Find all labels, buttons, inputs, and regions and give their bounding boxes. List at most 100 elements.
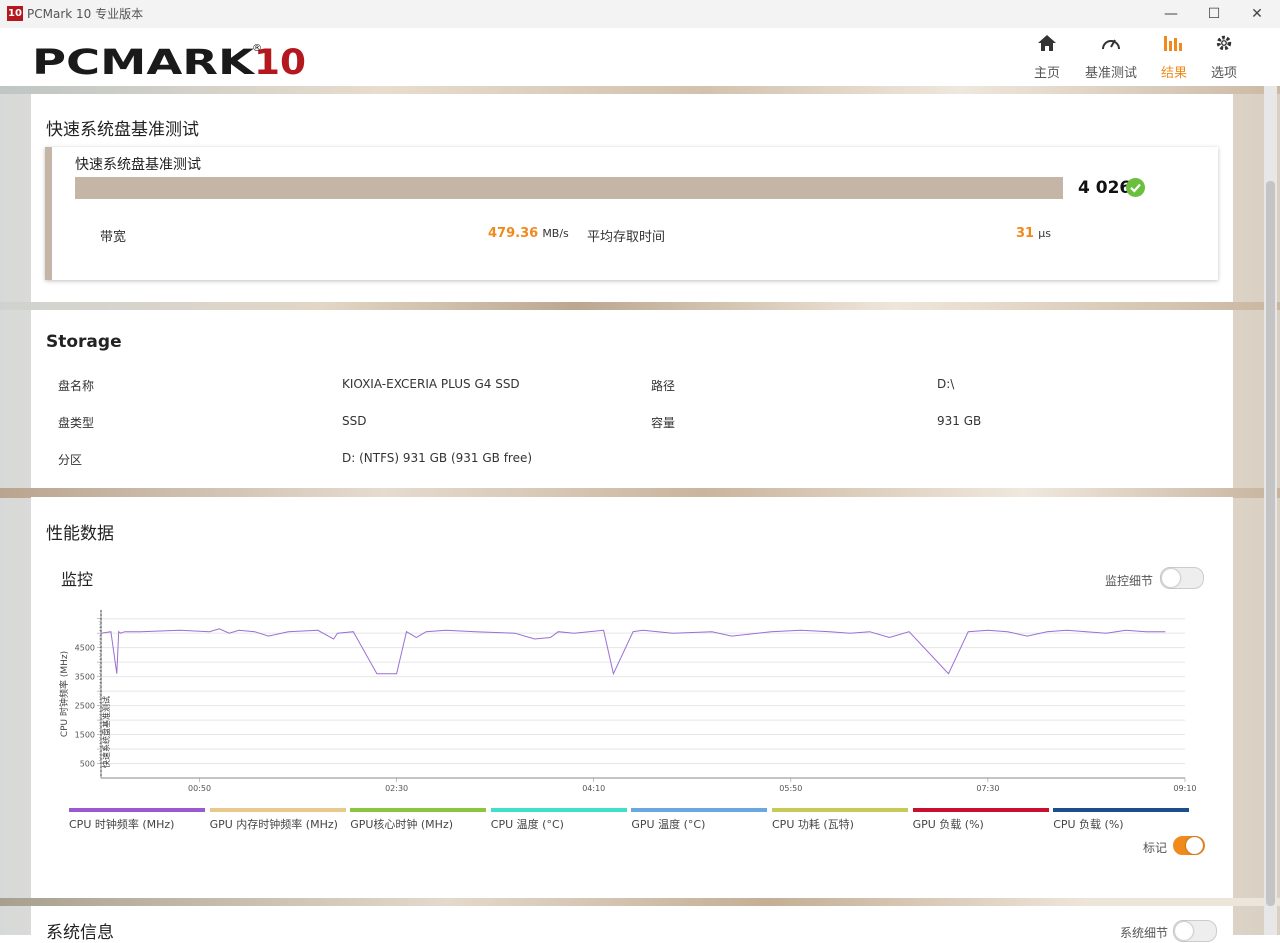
markers-label: 标记 <box>1143 841 1168 855</box>
result-card <box>45 147 1218 280</box>
legend-swatch <box>490 808 627 812</box>
y-tick-label: 500 <box>80 760 95 769</box>
bandwidth-unit: MB/s <box>542 227 569 240</box>
system-detail-toggle[interactable] <box>1173 920 1217 942</box>
legend-label: CPU 温度 (°C) <box>490 818 564 831</box>
close-button[interactable]: ✕ <box>1246 4 1268 24</box>
nav-home-label: 主页 <box>1033 66 1060 81</box>
legend-swatch <box>772 808 908 812</box>
storage-capacity-label: 容量 <box>651 416 676 430</box>
x-tick-label: 00:50 <box>188 784 211 793</box>
legend-swatch <box>1053 808 1190 812</box>
window-title: PCMark 10 专业版本 <box>27 7 144 21</box>
registered-mark: ® <box>252 43 262 54</box>
score-value: 4 026 <box>1078 178 1132 198</box>
storage-drive-name-value: KIOXIA-EXCERIA PLUS G4 SSD <box>342 377 520 391</box>
score-bar <box>75 177 1063 199</box>
x-tick-label: 02:30 <box>385 784 408 793</box>
legend-label: CPU 功耗 (瓦特) <box>772 818 854 831</box>
markers-toggle[interactable] <box>1173 836 1205 855</box>
storage-drive-type-value: SSD <box>342 414 367 428</box>
nav-options-label: 选项 <box>1210 66 1237 81</box>
result-section-title: 快速系统盘基准测试 <box>46 120 199 140</box>
logo-text: PCMARK <box>32 43 256 77</box>
toggle-knob <box>1175 922 1193 940</box>
legend-label: GPU 温度 (°C) <box>631 818 706 831</box>
legend-item[interactable]: CPU 功耗 (瓦特) <box>772 808 908 832</box>
x-tick-label: 04:10 <box>582 784 605 793</box>
nav-results-label: 结果 <box>1160 66 1187 81</box>
system-info-title: 系统信息 <box>46 923 114 943</box>
card-accent <box>45 147 52 280</box>
cpu-clock-series-line <box>100 628 1166 676</box>
bandwidth-value-group: 479.36 MB/s <box>488 226 569 241</box>
check-icon <box>1126 178 1145 197</box>
system-detail-label: 系统细节 <box>1120 926 1169 940</box>
monitor-detail-toggle[interactable] <box>1160 567 1204 589</box>
legend-item[interactable]: GPU 温度 (°C) <box>631 808 768 832</box>
x-tick-label: 09:10 <box>1173 784 1196 793</box>
y-tick-label: 3500 <box>75 673 95 682</box>
bandwidth-value: 479.36 <box>488 226 539 241</box>
storage-drive-name-label: 盘名称 <box>58 379 95 393</box>
test-name: 快速系统盘基准测试 <box>75 157 201 173</box>
legend-swatch <box>912 808 1049 812</box>
legend-swatch <box>350 808 487 812</box>
legend-swatch <box>631 808 768 812</box>
storage-drive-type-label: 盘类型 <box>58 416 95 430</box>
storage-partition-label: 分区 <box>58 453 83 467</box>
storage-panel <box>31 310 1233 488</box>
legend-item[interactable]: GPU核心时钟 (MHz) <box>350 808 487 832</box>
benchmark-marker-label: 快速系统盘基准测试 <box>101 696 111 768</box>
minimize-button[interactable]: — <box>1160 4 1182 24</box>
legend-item[interactable]: GPU 负载 (%) <box>912 808 1049 832</box>
scrollbar-thumb[interactable] <box>1266 181 1275 906</box>
toggle-knob <box>1162 569 1180 587</box>
legend-item[interactable]: CPU 时钟频率 (MHz) <box>69 808 205 832</box>
bandwidth-label: 带宽 <box>100 230 127 245</box>
legend-item[interactable]: GPU 内存时钟频率 (MHz) <box>209 808 346 832</box>
legend-item[interactable]: CPU 负载 (%) <box>1053 808 1190 832</box>
y-tick-label: 1500 <box>75 731 95 740</box>
monitor-title: 监控 <box>61 570 94 589</box>
monitor-detail-label: 监控细节 <box>1105 574 1154 588</box>
storage-path-label: 路径 <box>651 379 676 393</box>
legend-item[interactable]: CPU 温度 (°C) <box>490 808 627 832</box>
monitor-chart: 500 1500 2500 3500 4500 00:50 02:30 04:10 05:50 0… <box>58 610 1197 793</box>
bar-chart-icon <box>1164 36 1182 51</box>
maximize-button[interactable]: ☐ <box>1203 4 1225 24</box>
pcmark-logo: PCMARK 10 ® <box>32 41 312 83</box>
legend-label: GPU 内存时钟频率 (MHz) <box>209 818 338 831</box>
performance-title: 性能数据 <box>46 524 114 544</box>
latency-label: 平均存取时间 <box>587 230 666 245</box>
nav-home[interactable]: 主页 <box>1030 34 1064 81</box>
latency-value: 31 <box>1016 226 1035 241</box>
legend-label: CPU 时钟频率 (MHz) <box>69 818 175 831</box>
gear-icon <box>1216 35 1232 51</box>
latency-unit: μs <box>1038 227 1051 240</box>
nav-benchmarks[interactable]: 基准测试 <box>1080 34 1142 81</box>
x-tick-label: 05:50 <box>779 784 802 793</box>
title-bar: 10 PCMark 10 专业版本 — ☐ ✕ <box>0 0 1280 28</box>
scrollbar[interactable] <box>1264 86 1277 935</box>
storage-partition-value: D: (NTFS) 931 GB (931 GB free) <box>342 451 533 465</box>
legend-label: GPU核心时钟 (MHz) <box>350 818 454 831</box>
nav-results[interactable]: 结果 <box>1157 34 1191 81</box>
nav-options[interactable]: 选项 <box>1207 34 1241 81</box>
storage-path-value: D:\ <box>937 377 955 391</box>
legend-swatch <box>209 808 346 812</box>
system-info-panel <box>31 906 1233 935</box>
home-icon <box>1038 35 1056 51</box>
storage-capacity-value: 931 GB <box>937 414 982 428</box>
latency-value-group: 31 μs <box>1016 226 1051 241</box>
storage-title: Storage <box>46 332 122 352</box>
app-icon: 10 <box>7 6 23 21</box>
y-tick-label: 2500 <box>75 702 95 711</box>
y-tick-label: 4500 <box>75 644 95 653</box>
legend-label: GPU 负载 (%) <box>912 818 984 831</box>
y-axis-label: CPU 时钟频率 (MHz) <box>58 651 70 737</box>
legend-label: CPU 负载 (%) <box>1053 818 1124 831</box>
gauge-icon <box>1102 39 1120 50</box>
toggle-knob <box>1186 837 1203 854</box>
nav-benchmarks-label: 基准测试 <box>1084 66 1137 81</box>
